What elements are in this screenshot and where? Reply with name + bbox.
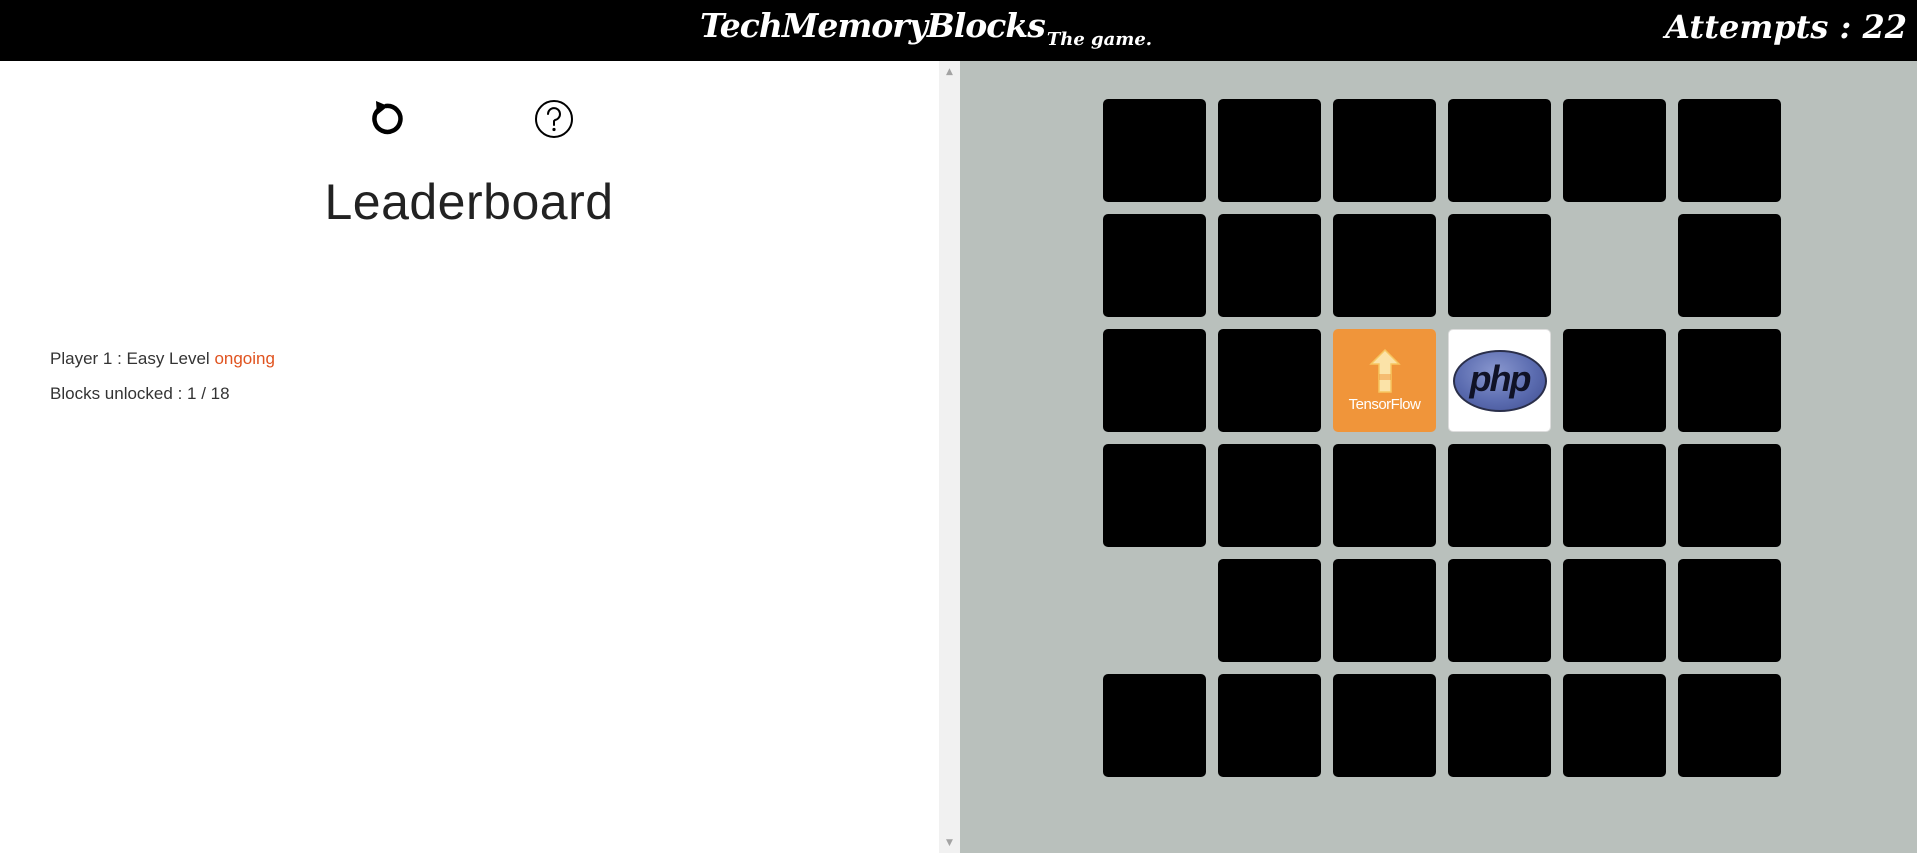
memory-block[interactable] — [1218, 674, 1321, 777]
attempts-counter: Attempts : 22 — [1665, 8, 1907, 46]
reload-icon — [372, 101, 403, 135]
memory-block-php[interactable]: php — [1448, 329, 1551, 432]
memory-block[interactable] — [1333, 674, 1436, 777]
tensorflow-logo-icon — [1368, 348, 1401, 393]
memory-block[interactable] — [1448, 99, 1551, 202]
memory-block[interactable] — [1218, 329, 1321, 432]
brand: TechMemoryBlocks The game. — [700, 6, 1152, 50]
memory-block[interactable] — [1218, 99, 1321, 202]
memory-block — [1563, 214, 1666, 317]
memory-block[interactable] — [1333, 214, 1436, 317]
memory-block[interactable] — [1563, 559, 1666, 662]
memory-block[interactable] — [1448, 214, 1551, 317]
memory-block[interactable] — [1563, 99, 1666, 202]
memory-block[interactable] — [1103, 444, 1206, 547]
block-grid: TensorFlow php — [1103, 99, 1781, 777]
memory-block[interactable] — [1103, 329, 1206, 432]
memory-block[interactable] — [1563, 329, 1666, 432]
memory-block[interactable] — [1218, 559, 1321, 662]
memory-block-tensorflow[interactable]: TensorFlow — [1333, 329, 1436, 432]
app-title: TechMemoryBlocks — [700, 6, 1046, 45]
memory-block — [1103, 559, 1206, 662]
help-button[interactable] — [530, 95, 578, 143]
scrollbar[interactable]: ▲ ▼ — [939, 61, 960, 853]
app-subtitle: The game. — [1046, 29, 1153, 50]
player-status-line: Player 1 : Easy Level ongoing — [50, 349, 275, 369]
memory-block[interactable] — [1448, 674, 1551, 777]
memory-block[interactable] — [1448, 444, 1551, 547]
memory-block[interactable] — [1678, 214, 1781, 317]
memory-block[interactable] — [1218, 444, 1321, 547]
php-logo-icon: php — [1452, 349, 1547, 412]
memory-block[interactable] — [1563, 674, 1666, 777]
php-label: php — [1469, 357, 1532, 399]
scroll-up-arrow-icon[interactable]: ▲ — [939, 63, 960, 80]
memory-block[interactable] — [1448, 559, 1551, 662]
memory-block[interactable] — [1333, 444, 1436, 547]
memory-block[interactable] — [1678, 329, 1781, 432]
blocks-unlocked: Blocks unlocked : 1 / 18 — [50, 384, 230, 403]
leaderboard-title: Leaderboard — [324, 174, 614, 230]
scroll-down-arrow-icon[interactable]: ▼ — [939, 834, 960, 851]
memory-block[interactable] — [1678, 559, 1781, 662]
header-bar: TechMemoryBlocks The game. Attempts : 22 — [0, 0, 1917, 61]
leaderboard-panel: Leaderboard Player 1 : Easy Level ongoin… — [0, 61, 938, 853]
memory-block[interactable] — [1333, 559, 1436, 662]
player-label: Player 1 : Easy Level — [50, 349, 210, 368]
help-icon — [535, 100, 573, 138]
reload-button[interactable] — [362, 95, 410, 143]
memory-block[interactable] — [1678, 99, 1781, 202]
memory-block[interactable] — [1563, 444, 1666, 547]
memory-block[interactable] — [1103, 674, 1206, 777]
status-badge: ongoing — [214, 349, 275, 368]
memory-block[interactable] — [1333, 99, 1436, 202]
memory-block[interactable] — [1103, 214, 1206, 317]
memory-block[interactable] — [1678, 444, 1781, 547]
memory-block[interactable] — [1678, 674, 1781, 777]
game-board: TensorFlow php — [960, 61, 1917, 853]
memory-block[interactable] — [1218, 214, 1321, 317]
memory-block[interactable] — [1103, 99, 1206, 202]
tensorflow-label: TensorFlow — [1348, 396, 1421, 413]
